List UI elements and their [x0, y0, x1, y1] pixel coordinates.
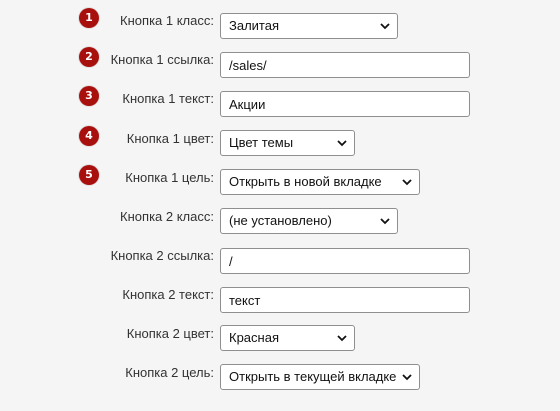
- button1-color-select[interactable]: Цвет темы: [220, 130, 355, 156]
- button1-target-select[interactable]: Открыть в новой вкладке: [220, 169, 420, 195]
- button2-link-input[interactable]: [220, 248, 470, 274]
- field-row-button2-text: Кнопка 2 текст:: [0, 280, 560, 313]
- button2-color-value: Красная: [229, 330, 279, 345]
- field-row-button1-class: 1 Кнопка 1 класс: Залитая: [0, 6, 560, 39]
- field-label-button2-link: Кнопка 2 ссылка:: [110, 248, 214, 263]
- field-row-button1-color: 4 Кнопка 1 цвет: Цвет темы: [0, 124, 560, 156]
- button1-text-input[interactable]: [220, 91, 470, 117]
- chevron-down-icon: [380, 218, 390, 225]
- step-marker-4: 4: [79, 126, 99, 146]
- step-marker-1: 1: [79, 8, 99, 28]
- step-marker-2: 2: [79, 47, 99, 67]
- chevron-down-icon: [402, 179, 412, 186]
- field-label-button2-color: Кнопка 2 цвет:: [126, 326, 214, 341]
- field-label-button2-target: Кнопка 2 цель:: [125, 365, 214, 380]
- button2-target-value: Открыть в текущей вкладке: [229, 369, 397, 384]
- field-label-button1-target: Кнопка 1 цель:: [125, 170, 214, 185]
- field-row-button2-target: Кнопка 2 цель: Открыть в текущей вкладке: [0, 358, 560, 390]
- button1-link-input[interactable]: [220, 52, 470, 78]
- chevron-down-icon: [402, 374, 412, 381]
- step-marker-3: 3: [79, 86, 99, 106]
- button2-class-value: (не установлено): [229, 213, 332, 228]
- chevron-down-icon: [380, 23, 390, 30]
- chevron-down-icon: [337, 335, 347, 342]
- button2-target-select[interactable]: Открыть в текущей вкладке: [220, 364, 420, 390]
- settings-form: 1 Кнопка 1 класс: Залитая 2 Кнопка 1 ссы…: [0, 0, 560, 411]
- field-label-button1-link: Кнопка 1 ссылка:: [110, 52, 214, 67]
- button2-color-select[interactable]: Красная: [220, 325, 355, 351]
- field-row-button1-target: 5 Кнопка 1 цель: Открыть в новой вкладке: [0, 163, 560, 195]
- field-label-button1-class: Кнопка 1 класс:: [120, 13, 214, 28]
- button2-text-input[interactable]: [220, 287, 470, 313]
- button1-color-value: Цвет темы: [229, 135, 294, 150]
- button1-target-value: Открыть в новой вкладке: [229, 174, 382, 189]
- field-row-button2-class: Кнопка 2 класс: (не установлено): [0, 202, 560, 234]
- field-label-button2-class: Кнопка 2 класс:: [120, 209, 214, 224]
- field-label-button1-color: Кнопка 1 цвет:: [126, 131, 214, 146]
- field-label-button2-text: Кнопка 2 текст:: [122, 287, 214, 302]
- chevron-down-icon: [337, 140, 347, 147]
- field-row-button2-link: Кнопка 2 ссылка:: [0, 241, 560, 274]
- field-row-button1-link: 2 Кнопка 1 ссылка:: [0, 45, 560, 78]
- field-row-button1-text: 3 Кнопка 1 текст:: [0, 84, 560, 117]
- field-row-button2-color: Кнопка 2 цвет: Красная: [0, 319, 560, 351]
- button2-class-select[interactable]: (не установлено): [220, 208, 398, 234]
- step-marker-5: 5: [79, 165, 99, 185]
- button1-class-select[interactable]: Залитая: [220, 13, 398, 39]
- button1-class-value: Залитая: [229, 18, 280, 33]
- field-label-button1-text: Кнопка 1 текст:: [122, 91, 214, 106]
